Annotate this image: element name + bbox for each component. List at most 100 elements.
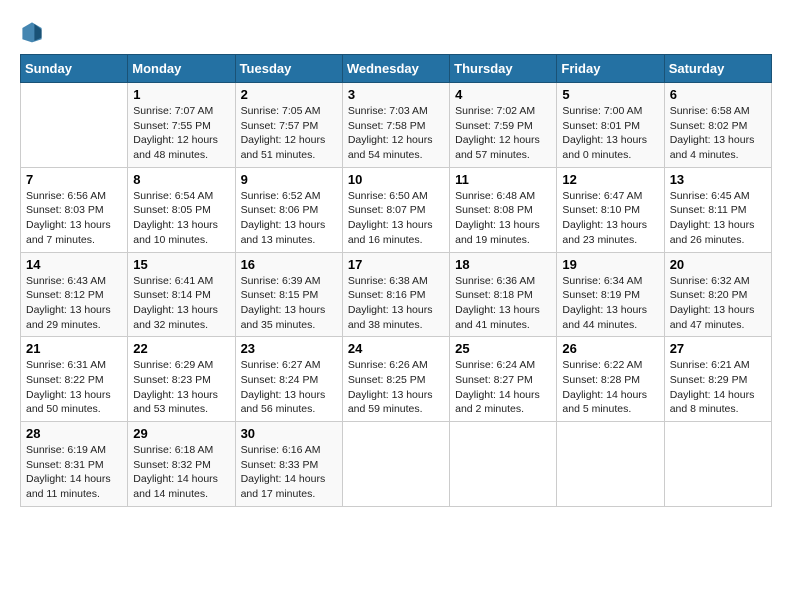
day-number: 1 [133,87,229,102]
day-info: Sunrise: 6:52 AM Sunset: 8:06 PM Dayligh… [241,189,337,248]
day-info: Sunrise: 6:48 AM Sunset: 8:08 PM Dayligh… [455,189,551,248]
calendar-cell [450,422,557,507]
day-header-thursday: Thursday [450,55,557,83]
day-number: 15 [133,257,229,272]
day-number: 9 [241,172,337,187]
day-info: Sunrise: 6:21 AM Sunset: 8:29 PM Dayligh… [670,358,766,417]
day-info: Sunrise: 7:02 AM Sunset: 7:59 PM Dayligh… [455,104,551,163]
calendar-cell: 3 Sunrise: 7:03 AM Sunset: 7:58 PM Daylig… [342,83,449,168]
day-number: 14 [26,257,122,272]
calendar-cell: 17 Sunrise: 6:38 AM Sunset: 8:16 PM Dayli… [342,252,449,337]
day-number: 16 [241,257,337,272]
calendar-week-row: 1 Sunrise: 7:07 AM Sunset: 7:55 PM Daylig… [21,83,772,168]
calendar-cell: 8 Sunrise: 6:54 AM Sunset: 8:05 PM Daylig… [128,167,235,252]
calendar-cell: 18 Sunrise: 6:36 AM Sunset: 8:18 PM Dayli… [450,252,557,337]
day-number: 5 [562,87,658,102]
calendar-cell: 19 Sunrise: 6:34 AM Sunset: 8:19 PM Dayli… [557,252,664,337]
calendar-cell: 2Sunrise: 7:05 AM Sunset: 7:57 PM Daylig… [235,83,342,168]
day-info: Sunrise: 7:05 AM Sunset: 7:57 PM Dayligh… [241,104,337,163]
calendar-cell: 28 Sunrise: 6:19 AM Sunset: 8:31 PM Dayli… [21,422,128,507]
calendar-cell: 10 Sunrise: 6:50 AM Sunset: 8:07 PM Dayli… [342,167,449,252]
calendar-cell: 22 Sunrise: 6:29 AM Sunset: 8:23 PM Dayli… [128,337,235,422]
calendar-week-row: 28 Sunrise: 6:19 AM Sunset: 8:31 PM Dayli… [21,422,772,507]
day-header-saturday: Saturday [664,55,771,83]
calendar-cell: 6 Sunrise: 6:58 AM Sunset: 8:02 PM Daylig… [664,83,771,168]
day-number: 18 [455,257,551,272]
day-info: Sunrise: 6:22 AM Sunset: 8:28 PM Dayligh… [562,358,658,417]
day-number: 7 [26,172,122,187]
day-info: Sunrise: 6:54 AM Sunset: 8:05 PM Dayligh… [133,189,229,248]
day-info: Sunrise: 7:03 AM Sunset: 7:58 PM Dayligh… [348,104,444,163]
day-number: 12 [562,172,658,187]
calendar-cell: 1 Sunrise: 7:07 AM Sunset: 7:55 PM Daylig… [128,83,235,168]
day-info: Sunrise: 6:47 AM Sunset: 8:10 PM Dayligh… [562,189,658,248]
day-info: Sunrise: 6:16 AM Sunset: 8:33 PM Dayligh… [241,443,337,502]
day-number: 3 [348,87,444,102]
calendar-cell [664,422,771,507]
calendar-cell: 5 Sunrise: 7:00 AM Sunset: 8:01 PM Daylig… [557,83,664,168]
day-info: Sunrise: 6:39 AM Sunset: 8:15 PM Dayligh… [241,274,337,333]
calendar-cell [21,83,128,168]
day-info: Sunrise: 6:32 AM Sunset: 8:20 PM Dayligh… [670,274,766,333]
calendar-cell: 12 Sunrise: 6:47 AM Sunset: 8:10 PM Dayli… [557,167,664,252]
calendar-week-row: 21Sunrise: 6:31 AM Sunset: 8:22 PM Dayli… [21,337,772,422]
calendar-header-row: SundayMondayTuesdayWednesdayThursdayFrid… [21,55,772,83]
calendar-cell: 14 Sunrise: 6:43 AM Sunset: 8:12 PM Dayli… [21,252,128,337]
calendar-cell: 30 Sunrise: 6:16 AM Sunset: 8:33 PM Dayli… [235,422,342,507]
page-header [20,20,772,44]
logo-icon [20,20,44,44]
calendar-table: SundayMondayTuesdayWednesdayThursdayFrid… [20,54,772,507]
calendar-cell: 9 Sunrise: 6:52 AM Sunset: 8:06 PM Daylig… [235,167,342,252]
calendar-cell: 26Sunrise: 6:22 AM Sunset: 8:28 PM Dayli… [557,337,664,422]
day-number: 28 [26,426,122,441]
day-number: 10 [348,172,444,187]
calendar-cell: 7Sunrise: 6:56 AM Sunset: 8:03 PM Daylig… [21,167,128,252]
day-number: 6 [670,87,766,102]
calendar-cell: 4 Sunrise: 7:02 AM Sunset: 7:59 PM Daylig… [450,83,557,168]
calendar-cell [557,422,664,507]
day-header-friday: Friday [557,55,664,83]
calendar-cell [342,422,449,507]
calendar-cell: 21Sunrise: 6:31 AM Sunset: 8:22 PM Dayli… [21,337,128,422]
day-number: 30 [241,426,337,441]
day-info: Sunrise: 6:50 AM Sunset: 8:07 PM Dayligh… [348,189,444,248]
day-number: 13 [670,172,766,187]
day-info: Sunrise: 6:29 AM Sunset: 8:23 PM Dayligh… [133,358,229,417]
day-header-sunday: Sunday [21,55,128,83]
day-info: Sunrise: 6:41 AM Sunset: 8:14 PM Dayligh… [133,274,229,333]
day-info: Sunrise: 6:38 AM Sunset: 8:16 PM Dayligh… [348,274,444,333]
day-number: 27 [670,341,766,356]
logo [20,20,48,44]
calendar-cell: 25Sunrise: 6:24 AM Sunset: 8:27 PM Dayli… [450,337,557,422]
day-number: 25 [455,341,551,356]
day-number: 11 [455,172,551,187]
day-info: Sunrise: 7:07 AM Sunset: 7:55 PM Dayligh… [133,104,229,163]
day-header-monday: Monday [128,55,235,83]
day-number: 19 [562,257,658,272]
day-header-wednesday: Wednesday [342,55,449,83]
calendar-cell: 13Sunrise: 6:45 AM Sunset: 8:11 PM Dayli… [664,167,771,252]
calendar-cell: 11 Sunrise: 6:48 AM Sunset: 8:08 PM Dayli… [450,167,557,252]
day-number: 17 [348,257,444,272]
day-number: 20 [670,257,766,272]
calendar-cell: 24Sunrise: 6:26 AM Sunset: 8:25 PM Dayli… [342,337,449,422]
day-info: Sunrise: 6:34 AM Sunset: 8:19 PM Dayligh… [562,274,658,333]
day-info: Sunrise: 6:27 AM Sunset: 8:24 PM Dayligh… [241,358,337,417]
day-number: 8 [133,172,229,187]
calendar-cell: 23Sunrise: 6:27 AM Sunset: 8:24 PM Dayli… [235,337,342,422]
calendar-week-row: 14 Sunrise: 6:43 AM Sunset: 8:12 PM Dayli… [21,252,772,337]
day-info: Sunrise: 6:36 AM Sunset: 8:18 PM Dayligh… [455,274,551,333]
day-info: Sunrise: 6:43 AM Sunset: 8:12 PM Dayligh… [26,274,122,333]
day-info: Sunrise: 6:58 AM Sunset: 8:02 PM Dayligh… [670,104,766,163]
calendar-week-row: 7Sunrise: 6:56 AM Sunset: 8:03 PM Daylig… [21,167,772,252]
day-number: 29 [133,426,229,441]
day-number: 4 [455,87,551,102]
day-info: Sunrise: 6:31 AM Sunset: 8:22 PM Dayligh… [26,358,122,417]
day-info: Sunrise: 6:19 AM Sunset: 8:31 PM Dayligh… [26,443,122,502]
day-header-tuesday: Tuesday [235,55,342,83]
day-number: 22 [133,341,229,356]
calendar-cell: 16 Sunrise: 6:39 AM Sunset: 8:15 PM Dayli… [235,252,342,337]
calendar-cell: 27 Sunrise: 6:21 AM Sunset: 8:29 PM Dayli… [664,337,771,422]
calendar-cell: 20 Sunrise: 6:32 AM Sunset: 8:20 PM Dayli… [664,252,771,337]
day-info: Sunrise: 7:00 AM Sunset: 8:01 PM Dayligh… [562,104,658,163]
